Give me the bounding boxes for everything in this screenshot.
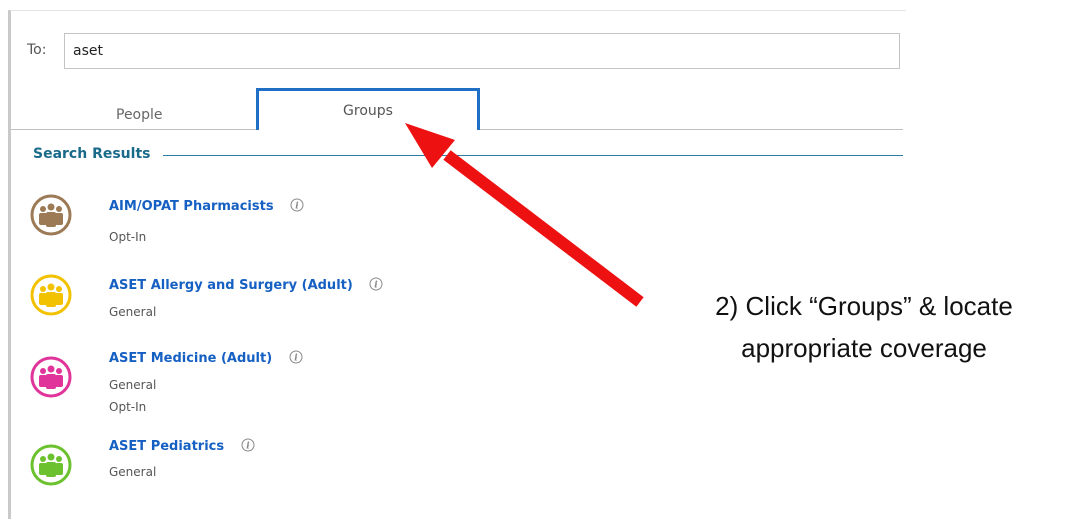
group-type-label: General bbox=[109, 305, 157, 319]
annotation-line-1: 2) Click “Groups” & locate bbox=[715, 291, 1013, 321]
annotation-text: 2) Click “Groups” & locate appropriate c… bbox=[658, 285, 1070, 369]
svg-text:i: i bbox=[375, 281, 379, 291]
info-icon[interactable]: i bbox=[241, 438, 255, 452]
svg-text:i: i bbox=[295, 202, 299, 212]
group-people-icon bbox=[30, 194, 72, 236]
to-input[interactable] bbox=[64, 33, 900, 69]
group-name-link[interactable]: ASET Pediatrics i bbox=[109, 438, 255, 454]
svg-text:i: i bbox=[246, 442, 250, 452]
group-type-label: Opt-In bbox=[109, 400, 147, 414]
group-name-link[interactable]: ASET Medicine (Adult) i bbox=[109, 350, 303, 366]
to-label: To: bbox=[27, 42, 47, 58]
tab-people[interactable]: People bbox=[116, 107, 163, 123]
tab-groups[interactable]: Groups bbox=[256, 88, 480, 130]
group-type-label: General bbox=[109, 378, 157, 392]
group-people-icon bbox=[30, 356, 72, 398]
group-people-icon bbox=[30, 444, 72, 486]
info-icon[interactable]: i bbox=[290, 198, 304, 212]
annotation-line-2: appropriate coverage bbox=[741, 333, 987, 363]
group-name-link[interactable]: ASET Allergy and Surgery (Adult) i bbox=[109, 277, 383, 293]
search-results-title: Search Results bbox=[33, 146, 151, 162]
group-type-label: Opt-In bbox=[109, 230, 147, 244]
svg-text:i: i bbox=[294, 354, 298, 364]
info-icon[interactable]: i bbox=[289, 350, 303, 364]
search-results-divider bbox=[163, 155, 903, 156]
group-name-link[interactable]: AIM/OPAT Pharmacists i bbox=[109, 198, 304, 214]
tab-groups-label: Groups bbox=[343, 103, 393, 119]
info-icon[interactable]: i bbox=[369, 277, 383, 291]
group-type-label: General bbox=[109, 465, 157, 479]
group-people-icon bbox=[30, 274, 72, 316]
